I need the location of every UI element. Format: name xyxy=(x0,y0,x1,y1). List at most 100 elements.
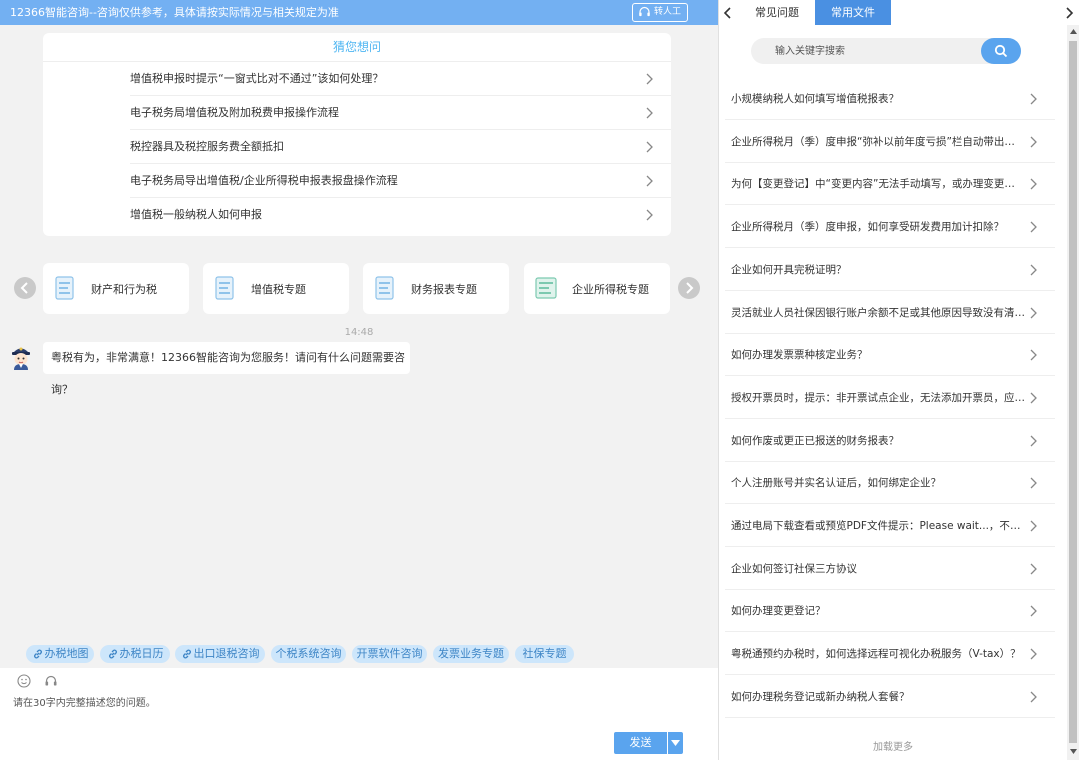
chevron-right-icon xyxy=(1030,136,1037,148)
topic-card-financial-report[interactable]: 财务报表专题 xyxy=(363,263,509,314)
chevron-right-icon xyxy=(646,141,653,153)
suggested-question[interactable]: 增值税申报时提示“一窗式比对不通过”该如何处理？ xyxy=(130,62,671,96)
chip-label: 出口退税咨询 xyxy=(193,647,260,660)
chevron-right-icon xyxy=(1030,648,1037,660)
faq-item-text: 如何办理税务登记或新办纳税人套餐？ xyxy=(731,691,910,703)
banner-text: 12366智能咨询--咨询仅供参考，具体请按实际情况与相关规定为准 xyxy=(10,6,339,19)
suggested-question[interactable]: 电子税务局导出增值税/企业所得税申报表报盘操作流程 xyxy=(130,164,671,198)
faq-item[interactable]: 企业如何开具完税证明？ xyxy=(725,249,1055,291)
faq-item-text: 企业所得税月（季）度申报“弥补以前年度亏损”栏自动带出，无法修改？ xyxy=(731,136,1055,148)
topic-card-vat[interactable]: 增值税专题 xyxy=(203,263,349,314)
faq-scrollbar[interactable] xyxy=(1067,25,1079,760)
suggested-question-text: 增值税申报时提示“一窗式比对不通过”该如何处理？ xyxy=(130,72,384,85)
faq-item[interactable]: 企业所得税月（季）度申报“弥补以前年度亏损”栏自动带出，无法修改？ xyxy=(725,121,1055,163)
tab-scroll-left-button[interactable] xyxy=(721,4,735,22)
transfer-human-button[interactable]: 转人工 xyxy=(632,3,688,22)
faq-item[interactable]: 通过电局下载查看或预览PDF文件提示：Please wait...，不能正常显示… xyxy=(725,505,1055,547)
tab-common-files[interactable]: 常用文件 xyxy=(815,0,891,25)
chevron-right-icon xyxy=(1066,7,1074,19)
suggested-questions-card: 猜您想问 增值税申报时提示“一窗式比对不通过”该如何处理？ 电子税务局增值税及附… xyxy=(43,33,671,236)
chip-iit-system[interactable]: 个税系统咨询 xyxy=(271,645,346,663)
top-banner: 12366智能咨询--咨询仅供参考，具体请按实际情况与相关规定为准 转人工 xyxy=(0,0,718,25)
chevron-right-icon xyxy=(1030,93,1037,105)
robot-avatar xyxy=(9,344,33,370)
link-icon xyxy=(32,648,44,660)
faq-item[interactable]: 企业如何签订社保三方协议 xyxy=(725,548,1055,590)
faq-item[interactable]: 小规模纳税人如何填写增值税报表？ xyxy=(725,78,1055,120)
chevron-right-icon xyxy=(1030,435,1037,447)
headset-icon xyxy=(638,6,651,19)
faq-search-bar xyxy=(751,38,1021,64)
chevron-right-icon xyxy=(1030,349,1037,361)
chevron-right-icon xyxy=(1030,520,1037,532)
faq-item[interactable]: 授权开票员时，提示：非开票试点企业，无法添加开票员，应如何处理？ xyxy=(725,377,1055,419)
bot-message-bubble: 粤税有为，非常满意！12366智能咨询为您服务！请问有什么问题需要咨询？ xyxy=(43,342,410,396)
suggested-question-text: 电子税务局导出增值税/企业所得税申报表报盘操作流程 xyxy=(130,174,398,187)
chip-label: 个税系统咨询 xyxy=(275,647,342,660)
send-button[interactable]: 发送 xyxy=(614,732,667,754)
faq-item[interactable]: 如何办理发票票种核定业务？ xyxy=(725,334,1055,376)
faq-item[interactable]: 如何办理税务登记或新办纳税人套餐？ xyxy=(725,676,1055,718)
faq-item[interactable]: 如何作废或更正已报送的财务报表？ xyxy=(725,420,1055,462)
chevron-right-icon xyxy=(1030,178,1037,190)
tab-scroll-right-button[interactable] xyxy=(1062,4,1076,22)
scroll-thumb[interactable] xyxy=(1069,41,1077,743)
topics-prev-button[interactable] xyxy=(14,277,36,299)
chevron-right-icon xyxy=(646,73,653,85)
topic-card-corporate-income-tax[interactable]: 企业所得税专题 xyxy=(524,263,670,314)
chevron-right-icon xyxy=(1030,691,1037,703)
chevron-right-icon xyxy=(1030,392,1037,404)
chip-invoice-topic[interactable]: 发票业务专题 xyxy=(433,645,509,663)
message-timestamp: 14:48 xyxy=(344,327,374,338)
faq-item[interactable]: 灵活就业人员社保因银行账户余额不足或其他原因导致没有清缴怎么办？ xyxy=(725,292,1055,334)
emoji-icon[interactable] xyxy=(17,674,31,688)
topic-card-property-tax[interactable]: 财产和行为税 xyxy=(43,263,189,314)
faq-item-text: 企业如何签订社保三方协议 xyxy=(731,563,857,575)
faq-item[interactable]: 企业所得税月（季）度申报，如何享受研发费用加计扣除？ xyxy=(725,206,1055,248)
topic-label: 财产和行为税 xyxy=(91,283,157,296)
topic-label: 增值税专题 xyxy=(251,283,306,296)
faq-item[interactable]: 个人注册账号并实名认证后，如何绑定企业？ xyxy=(725,462,1055,504)
send-options-dropdown[interactable] xyxy=(668,732,683,754)
chip-tax-map[interactable]: 办税地图 xyxy=(26,645,94,663)
chevron-right-icon xyxy=(646,107,653,119)
chip-export-refund[interactable]: 出口退税咨询 xyxy=(175,645,265,663)
search-button[interactable] xyxy=(981,38,1021,64)
faq-item-text: 粤税通预约办税时，如何选择远程可视化办税服务（V-tax）？ xyxy=(731,648,1021,660)
faq-item-text: 授权开票员时，提示：非开票试点企业，无法添加开票员，应如何处理？ xyxy=(731,392,1055,404)
topic-label: 财务报表专题 xyxy=(411,283,477,296)
faq-item-text: 企业所得税月（季）度申报，如何享受研发费用加计扣除？ xyxy=(731,221,1004,233)
chip-label: 开票软件咨询 xyxy=(356,647,423,660)
chip-social-security[interactable]: 社保专题 xyxy=(515,645,574,663)
scroll-up-icon xyxy=(1070,29,1077,34)
chip-label: 发票业务专题 xyxy=(438,647,504,660)
topics-next-button[interactable] xyxy=(678,277,700,299)
link-icon xyxy=(181,648,193,660)
faq-item[interactable]: 为何【变更登记】中“变更内容”无法手动填写，或办理变更登记时提示？ xyxy=(725,163,1055,205)
faq-item-text: 如何作废或更正已报送的财务报表？ xyxy=(731,435,899,447)
headset-icon[interactable] xyxy=(44,674,58,688)
faq-item-text: 如何办理发票票种核定业务？ xyxy=(731,349,868,361)
faq-item[interactable]: 如何办理变更登记？ xyxy=(725,590,1055,632)
chip-invoice-software[interactable]: 开票软件咨询 xyxy=(352,645,427,663)
bot-message-text: 粤税有为，非常满意！12366智能咨询为您服务！请问有什么问题需要咨询？ xyxy=(51,351,405,396)
suggested-question-text: 电子税务局增值税及附加税费申报操作流程 xyxy=(130,106,339,119)
chevron-left-icon xyxy=(20,282,28,294)
document-icon xyxy=(213,276,237,302)
topic-label: 企业所得税专题 xyxy=(572,283,649,296)
suggested-question[interactable]: 电子税务局增值税及附加税费申报操作流程 xyxy=(130,96,671,130)
load-more-button[interactable]: 加载更多 xyxy=(719,738,1067,753)
chevron-right-icon xyxy=(686,282,694,294)
faq-item[interactable]: 粤税通预约办税时，如何选择远程可视化办税服务（V-tax）？ xyxy=(725,633,1055,675)
suggested-question[interactable]: 税控器具及税控服务费全额抵扣 xyxy=(130,130,671,164)
chip-label: 办税日历 xyxy=(119,647,164,660)
chevron-right-icon xyxy=(646,175,653,187)
chat-panel: 12366智能咨询--咨询仅供参考，具体请按实际情况与相关规定为准 转人工 猜您… xyxy=(0,0,718,760)
chevron-left-icon xyxy=(723,7,731,19)
faq-search-input[interactable] xyxy=(775,42,975,60)
message-input[interactable] xyxy=(13,693,603,713)
suggested-question[interactable]: 增值税一般纳税人如何申报 xyxy=(130,198,671,232)
tab-faq[interactable]: 常见问题 xyxy=(739,0,815,25)
chip-tax-calendar[interactable]: 办税日历 xyxy=(100,645,170,663)
faq-item-text: 如何办理变更登记？ xyxy=(731,605,826,617)
